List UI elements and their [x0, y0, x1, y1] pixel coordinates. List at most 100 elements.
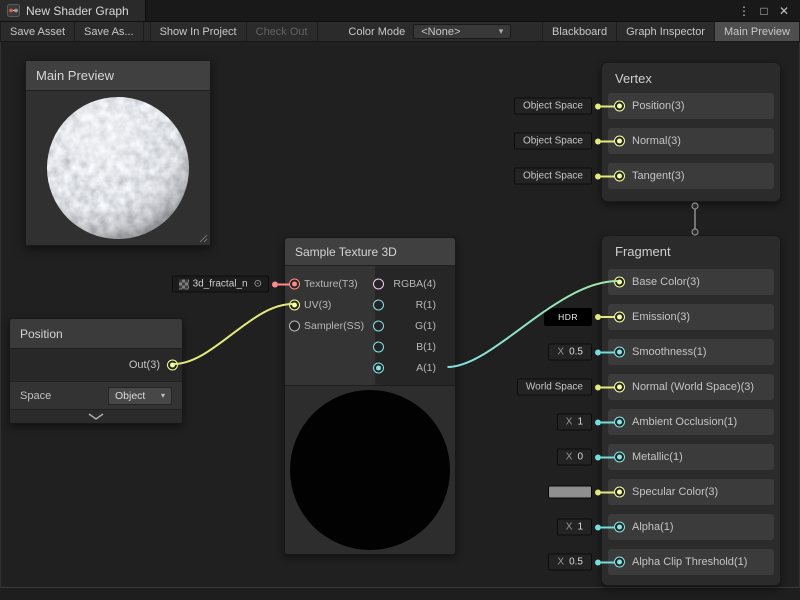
node-title-label: Sample Texture 3D [295, 245, 397, 259]
space-dropdown-chip[interactable]: World Space [517, 379, 592, 396]
float-field[interactable]: X 1 [557, 519, 592, 536]
main-preview-header[interactable]: Main Preview [26, 61, 210, 91]
fragment-block-emission[interactable]: Emission(3) HDR [608, 304, 774, 330]
main-preview-toggle[interactable]: Main Preview [715, 22, 800, 41]
color-mode-label: Color Mode [342, 22, 411, 41]
check-out-button[interactable]: Check Out [247, 22, 318, 41]
port-g-out[interactable] [373, 321, 384, 332]
shader-graph-icon [7, 4, 20, 17]
close-icon[interactable]: ✕ [774, 0, 794, 22]
blackboard-toggle[interactable]: Blackboard [542, 22, 617, 41]
collapse-preview-button[interactable] [10, 409, 182, 423]
port-alpha[interactable] [614, 522, 625, 533]
position-node-title[interactable]: Position [10, 319, 182, 349]
color-swatch[interactable] [548, 486, 592, 499]
graph-inspector-toggle[interactable]: Graph Inspector [617, 22, 715, 41]
graph-canvas[interactable]: Main Preview [0, 42, 800, 588]
space-dropdown-chip[interactable]: Object Space [514, 168, 592, 185]
port-uv-in[interactable] [289, 300, 300, 311]
resize-handle[interactable] [198, 233, 208, 243]
port-alpha-clip-threshold[interactable] [614, 557, 625, 568]
position-space-connector: Object Space [514, 98, 620, 115]
port-r-out[interactable] [373, 300, 384, 311]
space-dropdown-chip[interactable]: Object Space [514, 98, 592, 115]
float-field[interactable]: X 0.5 [548, 554, 592, 571]
object-picker-icon[interactable]: ⊙ [254, 279, 262, 290]
block-label: Alpha(1) [632, 521, 674, 533]
space-dropdown-value: Object [115, 390, 145, 402]
alpha-input-connector: X 1 [557, 519, 620, 536]
port-normal-block[interactable] [614, 136, 625, 147]
port-position-out[interactable] [167, 360, 178, 371]
float-field[interactable]: X 1 [557, 414, 592, 431]
vertex-block-tangent[interactable]: Tangent(3) Object Space [608, 163, 774, 189]
fragment-block-normal[interactable]: Normal (World Space)(3) World Space [608, 374, 774, 400]
window-title: New Shader Graph [26, 4, 129, 18]
block-label: Smoothness(1) [632, 346, 707, 358]
block-label: Alpha Clip Threshold(1) [632, 556, 747, 568]
port-a-out[interactable] [373, 363, 384, 374]
maximize-icon[interactable]: □ [754, 0, 774, 22]
window-bottom-strip [0, 589, 800, 600]
chevron-down-icon: ▾ [161, 391, 165, 400]
port-emission[interactable] [614, 312, 625, 323]
color-mode-value: <None> [421, 26, 460, 38]
fragment-block-smoothness[interactable]: Smoothness(1) X 0.5 [608, 339, 774, 365]
sample-node-title[interactable]: Sample Texture 3D [285, 238, 455, 266]
axis-label: X [566, 452, 573, 463]
output-row-g: G(1) [369, 315, 455, 337]
position-space-row: Space Object ▾ [10, 381, 182, 409]
main-preview-panel: Main Preview [25, 60, 211, 246]
vertex-block-position[interactable]: Position(3) Object Space [608, 93, 774, 119]
position-node[interactable]: Position Out(3) Space Object ▾ [9, 318, 183, 424]
block-label: Metallic(1) [632, 451, 683, 463]
fragment-block-alpha[interactable]: Alpha(1) X 1 [608, 514, 774, 540]
save-as-button[interactable]: Save As... [75, 22, 144, 41]
node-preview [285, 385, 455, 554]
block-label: Position(3) [632, 100, 685, 112]
show-in-project-button[interactable]: Show In Project [150, 22, 247, 41]
edge-position-to-uv[interactable] [174, 304, 293, 364]
normal-space-connector: Object Space [514, 133, 620, 150]
field-value: 0.5 [569, 347, 583, 358]
sample-texture-3d-node[interactable]: Sample Texture 3D Texture(T3) 3d_fractal… [284, 237, 456, 555]
port-metallic[interactable] [614, 452, 625, 463]
fragment-block-base-color[interactable]: Base Color(3) [608, 269, 774, 295]
preview-sphere [44, 94, 192, 242]
tangent-space-connector: Object Space [514, 168, 620, 185]
menu-icon[interactable]: ⋮ [734, 0, 754, 22]
fragment-node[interactable]: Fragment Base Color(3) Emission(3) HDR S… [601, 235, 781, 586]
port-b-out[interactable] [373, 342, 384, 353]
window-tab[interactable]: New Shader Graph [0, 0, 146, 21]
space-dropdown[interactable]: Object ▾ [108, 387, 172, 405]
chevron-down-icon [87, 412, 105, 421]
port-rgba-out[interactable] [373, 279, 384, 290]
vertex-block-normal[interactable]: Normal(3) Object Space [608, 128, 774, 154]
port-smoothness[interactable] [614, 347, 625, 358]
color-mode-dropdown[interactable]: <None> ▾ [413, 24, 511, 39]
vertex-node[interactable]: Vertex Position(3) Object Space Normal(3… [601, 62, 781, 202]
chevron-down-icon: ▾ [499, 26, 504, 37]
port-position-block[interactable] [614, 101, 625, 112]
axis-label: X [566, 522, 573, 533]
texture-object-field[interactable]: 3d_fractal_n ⊙ [172, 276, 269, 293]
fragment-block-ambient-occlusion[interactable]: Ambient Occlusion(1) X 1 [608, 409, 774, 435]
hdr-color-swatch[interactable]: HDR [544, 308, 592, 326]
port-texture-in[interactable] [289, 279, 300, 290]
save-asset-button[interactable]: Save Asset [0, 22, 75, 41]
fragment-block-metallic[interactable]: Metallic(1) X 0 [608, 444, 774, 470]
float-field[interactable]: X 0.5 [548, 344, 592, 361]
fragment-block-alpha-clip[interactable]: Alpha Clip Threshold(1) X 0.5 [608, 549, 774, 575]
port-tangent-block[interactable] [614, 171, 625, 182]
space-dropdown-chip[interactable]: Object Space [514, 133, 592, 150]
float-field[interactable]: X 0 [557, 449, 592, 466]
graph-toolbar: Save Asset Save As... Show In Project Ch… [0, 22, 800, 42]
port-base-color[interactable] [614, 277, 625, 288]
port-label: G(1) [415, 320, 436, 332]
output-row-b: B(1) [369, 336, 455, 358]
port-specular-color[interactable] [614, 487, 625, 498]
port-sampler-in[interactable] [289, 321, 300, 332]
fragment-block-specular-color[interactable]: Specular Color(3) [608, 479, 774, 505]
port-normal-ws[interactable] [614, 382, 625, 393]
port-ambient-occlusion[interactable] [614, 417, 625, 428]
